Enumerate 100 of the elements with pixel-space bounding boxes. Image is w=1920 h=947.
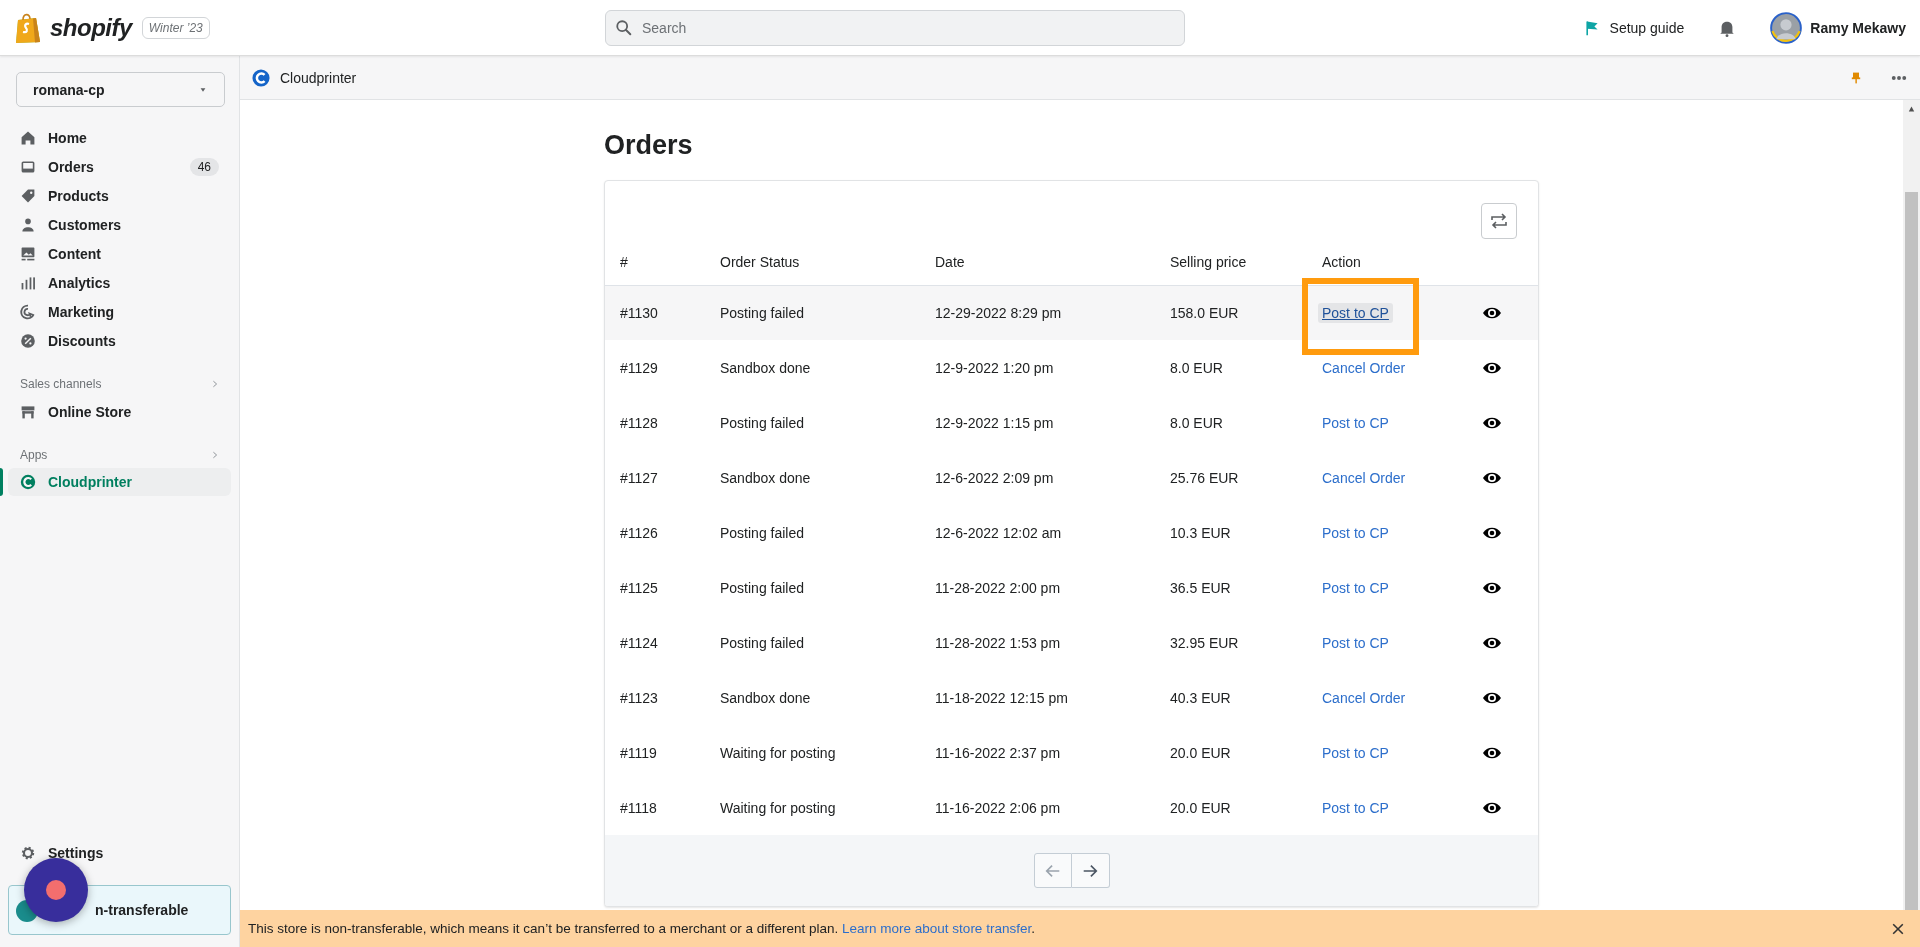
nav-item[interactable]: Content [8, 239, 231, 268]
app-logo-icon [252, 68, 270, 87]
table-cell-text: 32.95 EUR [1169, 633, 1240, 653]
user-name[interactable]: Ramy Mekawy [1810, 19, 1906, 36]
next-page-button[interactable] [1071, 853, 1110, 888]
table-cell: 8.0 EUR [1155, 340, 1307, 395]
avatar[interactable] [1770, 11, 1803, 44]
table-cell-text: 11-16-2022 2:37 pm [934, 743, 1062, 763]
close-icon[interactable] [1892, 922, 1904, 935]
action-link[interactable]: Post to CP [1318, 577, 1393, 598]
section-title: Sales channels [20, 377, 102, 391]
table-cell: Sandbox done [705, 340, 920, 395]
action-link[interactable]: Post to CP [1318, 302, 1393, 323]
table-cell-text: #1123 [619, 688, 659, 708]
table-cell-text: 36.5 EUR [1169, 578, 1232, 598]
tag-icon [20, 187, 36, 204]
table-cell: 12-29-2022 8:29 pm [920, 285, 1155, 340]
nav-item[interactable]: Analytics [8, 268, 231, 297]
eye-icon[interactable] [1482, 360, 1502, 375]
action-link[interactable]: Cancel Order [1318, 687, 1410, 708]
table-cell-text: 10.3 EUR [1169, 523, 1232, 543]
banner-message: This store is non-transferable, which means it can’t be transferred to a merchant or a different plan. Learn more about store transfer. [248, 921, 1035, 936]
table-cell-text: 12-6-2022 12:02 am [934, 523, 1063, 543]
eye-icon[interactable] [1482, 800, 1502, 815]
eye-icon[interactable] [1482, 635, 1502, 650]
table-cell-text: 12-9-2022 1:15 pm [934, 413, 1055, 433]
table-cell-text: #1118 [619, 798, 658, 818]
table-cell-text: 12-6-2022 2:09 pm [934, 468, 1055, 488]
app-logo-icon [20, 474, 36, 490]
table-cell: Posting failed [705, 285, 920, 340]
table-cell-text: 11-28-2022 2:00 pm [934, 578, 1062, 598]
section-title: Apps [20, 448, 48, 462]
eye-icon[interactable] [1482, 305, 1502, 320]
nav-item[interactable]: Home [8, 123, 231, 152]
refresh-button[interactable] [1481, 203, 1517, 239]
table-cell-text: Sandbox done [719, 688, 812, 708]
eye-icon[interactable] [1482, 525, 1502, 540]
column-header: Order Status [705, 239, 920, 285]
more-options-icon[interactable] [1890, 74, 1908, 81]
page-title: Orders [604, 130, 694, 161]
action-link[interactable]: Cancel Order [1318, 467, 1410, 488]
column-header: Date [920, 239, 1155, 285]
table-cell-text: Posting failed [719, 523, 806, 543]
table-cell-text: 20.0 EUR [1169, 798, 1232, 818]
eye-icon[interactable] [1482, 580, 1502, 595]
table-cell-text: #1127 [619, 468, 659, 488]
action-link[interactable]: Post to CP [1318, 412, 1393, 433]
eye-icon[interactable] [1482, 690, 1502, 705]
table-cell-text: #1119 [619, 743, 658, 763]
table-cell: #1130 [605, 285, 705, 340]
table-cell-text: Posting failed [719, 578, 806, 598]
table-cell-text: Sandbox done [719, 468, 812, 488]
scrollbar-thumb[interactable] [1905, 192, 1918, 910]
table-cell-text: #1126 [619, 523, 659, 543]
eye-icon[interactable] [1482, 745, 1502, 760]
table-cell-text: 8.0 EUR [1169, 413, 1224, 433]
nav-item[interactable]: Customers [8, 210, 231, 239]
logo-text: shopify [50, 13, 132, 42]
image-icon [20, 245, 36, 262]
app-title: Cloudprinter [280, 69, 357, 86]
nav-item[interactable]: Discounts [8, 326, 231, 355]
target-cursor-icon [20, 303, 36, 320]
table-cell-text: Posting failed [719, 633, 806, 653]
bar-chart-icon [20, 274, 36, 291]
action-link[interactable]: Post to CP [1318, 522, 1393, 543]
scroll-up-arrow-icon[interactable] [1907, 106, 1916, 112]
action-link[interactable]: Cancel Order [1318, 357, 1410, 378]
action-link[interactable]: Post to CP [1318, 632, 1393, 653]
table-cell-text: #1125 [619, 578, 659, 598]
eye-icon[interactable] [1482, 470, 1502, 485]
settings-icon [20, 844, 36, 861]
table-cell-text: 11-16-2022 2:06 pm [934, 798, 1062, 818]
table-cell: 12-9-2022 1:20 pm [920, 340, 1155, 395]
learn-more-link[interactable]: Learn more about store transfer [842, 921, 1032, 936]
nav-item[interactable]: Marketing [8, 297, 231, 326]
action-link[interactable]: Post to CP [1318, 797, 1393, 818]
home-icon [20, 129, 36, 146]
person-icon [20, 216, 36, 233]
inbox-icon [20, 158, 36, 175]
table-cell-text: 25.76 EUR [1169, 468, 1240, 488]
table-cell-text: 40.3 EUR [1169, 688, 1232, 708]
table-cell-text: 11-18-2022 12:15 pm [934, 688, 1069, 708]
edition-badge: Winter ’23 [141, 16, 210, 39]
column-header: # [605, 239, 705, 285]
table-cell-text: Waiting for posting [719, 743, 837, 763]
nav-item[interactable]: Orders 46 [8, 152, 231, 181]
action-link[interactable]: Post to CP [1318, 742, 1393, 763]
search-field[interactable]: Search [605, 9, 1185, 46]
table-cell-text: #1128 [619, 413, 659, 433]
storefront-icon [20, 403, 36, 420]
store-status-label[interactable]: n-transferable [95, 902, 189, 918]
store-selector[interactable]: romana-cp [16, 72, 225, 107]
settings-item[interactable]: Settings [8, 838, 231, 867]
nav-item[interactable]: Products [8, 181, 231, 210]
table-cell-text: #1124 [619, 633, 659, 653]
shopping-bag-icon [14, 11, 42, 44]
nav-item[interactable]: Online Store [8, 397, 231, 426]
setup-guide-button[interactable]: Setup guide [1577, 17, 1691, 38]
column-header: Selling price [1155, 239, 1307, 285]
eye-icon[interactable] [1482, 415, 1502, 430]
